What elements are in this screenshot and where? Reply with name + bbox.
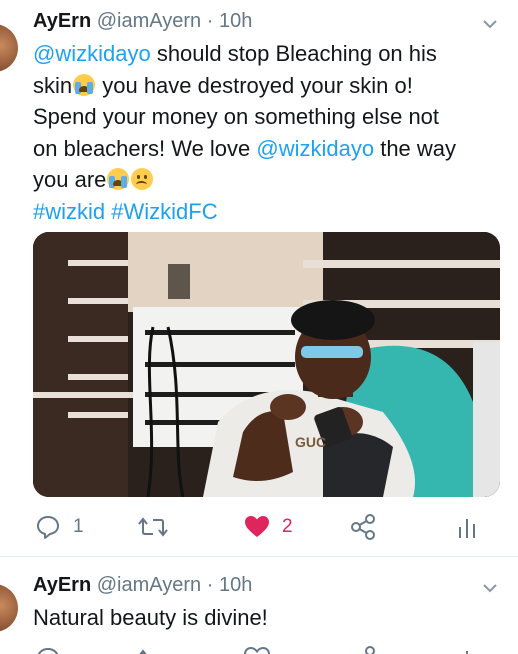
tweet-text-line: Natural beauty is divine!	[33, 605, 268, 630]
share-button[interactable]	[350, 512, 376, 542]
retweet-icon	[139, 649, 147, 654]
timestamp[interactable]: 10h	[219, 10, 252, 32]
tweet-header: AyErn @iamAyern · 10h	[33, 572, 252, 598]
frowning-face-icon	[131, 168, 154, 190]
retweet-button[interactable]	[137, 512, 169, 542]
tweet-divider	[0, 556, 518, 557]
author-name[interactable]: AyErn	[33, 10, 91, 32]
separator-dot: ·	[206, 10, 214, 32]
tweet-text-line: #wizkid #WizkidFC	[33, 196, 503, 228]
share-icon	[351, 514, 375, 540]
chevron-down-icon[interactable]	[482, 18, 498, 30]
tweet-actions: 1 2	[0, 512, 518, 542]
tweet-header: AyErn @iamAyern · 10h	[33, 8, 252, 34]
sweater-text: GUC	[295, 434, 326, 450]
hashtag-link[interactable]: #wizkid	[33, 199, 105, 224]
reply-count: 1	[73, 516, 84, 537]
photo-illustration: GUC	[33, 232, 500, 497]
tweet-text-line: you are	[33, 164, 503, 196]
tweet[interactable]: AyErn @iamAyern · 10h Natural beauty is …	[0, 560, 518, 654]
mention-link[interactable]: @wizkidayo	[33, 41, 151, 66]
tweet-text-line: Spend your money on something else not	[33, 101, 503, 133]
text-segment: on bleachers! We love	[33, 135, 257, 161]
tweet-actions	[0, 644, 518, 654]
avatar[interactable]	[0, 24, 18, 72]
text-segment: you have destroyed your skin o!	[96, 72, 413, 98]
tweet-photo[interactable]: GUC	[33, 232, 500, 497]
crying-face-icon	[73, 73, 96, 96]
tweet-text-line: @wizkidayo should stop Bleaching on his	[33, 38, 503, 70]
author-handle[interactable]: @iamAyern	[97, 574, 201, 596]
heart-icon	[245, 516, 269, 537]
tweet[interactable]: AyErn @iamAyern · 10h @wizkidayo should …	[0, 0, 518, 560]
like-count: 2	[282, 516, 293, 537]
tweet-text-line: on bleachers! We love @wizkidayo the way	[33, 133, 503, 165]
avatar[interactable]	[0, 584, 18, 632]
analytics-button[interactable]	[457, 644, 477, 654]
tweet-text: Natural beauty is divine!	[33, 602, 503, 634]
reply-button[interactable]: 1	[35, 512, 84, 542]
text-segment: should stop Bleaching on his	[150, 41, 437, 66]
hashtag-link[interactable]: #WizkidFC	[111, 199, 217, 224]
share-button[interactable]	[350, 644, 376, 654]
retweet-icon	[138, 517, 168, 537]
author-handle[interactable]: @iamAyern	[97, 10, 201, 32]
text-segment: you are	[33, 167, 107, 192]
chevron-down-icon[interactable]	[482, 582, 498, 594]
author-name[interactable]: AyErn	[33, 574, 91, 596]
like-button[interactable]: 2	[244, 512, 293, 542]
timestamp[interactable]: 10h	[219, 574, 252, 596]
analytics-icon	[459, 519, 475, 538]
text-segment: Spend your money on something else not	[33, 104, 440, 129]
reply-icon	[37, 516, 59, 539]
crying-face-icon	[107, 168, 130, 190]
analytics-icon	[466, 651, 468, 654]
retweet-button[interactable]	[137, 644, 169, 654]
analytics-button[interactable]	[457, 512, 477, 542]
reply-icon	[37, 647, 59, 654]
timeline-feed: AyErn @iamAyern · 10h @wizkidayo should …	[0, 0, 518, 654]
tweet-text-line: skin you have destroyed your skin o!	[33, 70, 503, 102]
text-segment: skin	[33, 72, 73, 98]
share-icon	[365, 646, 375, 654]
text-segment: the way	[374, 135, 457, 161]
tweet-text: @wizkidayo should stop Bleaching on his …	[33, 38, 503, 227]
heart-outline-icon	[244, 647, 270, 654]
separator-dot: ·	[206, 574, 214, 596]
reply-button[interactable]	[35, 644, 61, 654]
like-button[interactable]	[244, 644, 270, 654]
mention-link[interactable]: @wizkidayo	[256, 136, 374, 161]
